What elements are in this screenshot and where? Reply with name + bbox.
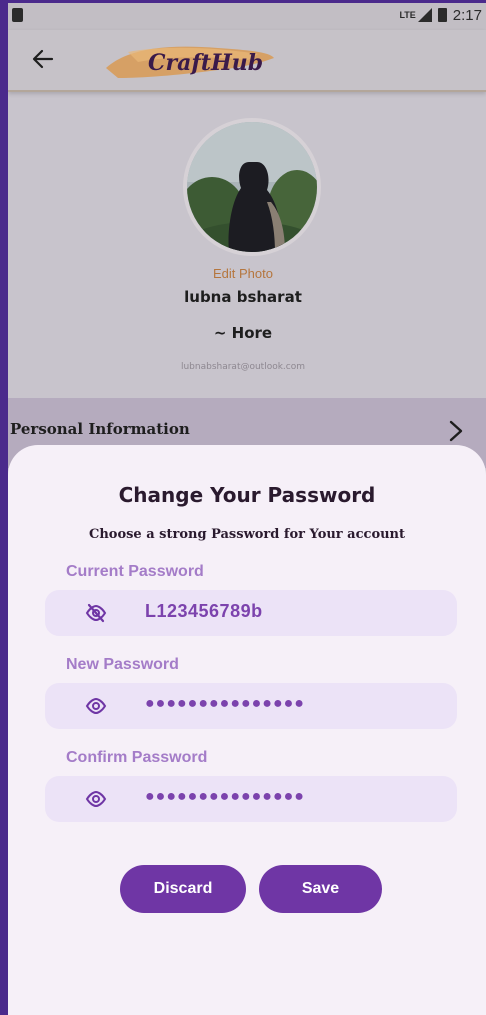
- eye-icon[interactable]: [85, 789, 107, 809]
- eye-off-icon[interactable]: [85, 603, 107, 623]
- new-password-field[interactable]: ●●●●●●●●●●●●●●●: [45, 683, 457, 729]
- new-password-value: ●●●●●●●●●●●●●●●: [145, 695, 305, 712]
- edit-photo-link[interactable]: Edit Photo: [0, 266, 486, 281]
- change-password-sheet: Change Your Password Choose a strong Pas…: [8, 445, 486, 1015]
- confirm-password-field[interactable]: ●●●●●●●●●●●●●●●: [45, 776, 457, 822]
- confirm-password-label: Confirm Password: [66, 749, 208, 766]
- discard-button[interactable]: Discard: [120, 865, 246, 913]
- crafthub-logo: CraftHub: [106, 46, 274, 78]
- profile-name: lubna bsharat: [184, 288, 302, 306]
- current-password-field[interactable]: L123456789b: [45, 590, 457, 636]
- svg-text:CraftHub: CraftHub: [148, 50, 263, 76]
- app-bar: CraftHub: [8, 30, 486, 92]
- battery-icon: [437, 8, 447, 22]
- window-border-top: [0, 0, 486, 3]
- app-screen: LTE 2:17 CraftHub Edit Photo lubna bshar…: [0, 0, 486, 1015]
- back-arrow-icon[interactable]: [32, 48, 54, 70]
- current-password-value: L123456789b: [145, 601, 263, 621]
- profile-avatar[interactable]: [183, 118, 321, 256]
- personal-information-label: Personal Information: [10, 420, 190, 438]
- status-bar: LTE 2:17: [8, 0, 486, 30]
- chevron-right-icon: [449, 420, 463, 442]
- window-border-left: [0, 0, 8, 1015]
- eye-icon[interactable]: [85, 696, 107, 716]
- new-password-label: New Password: [66, 656, 179, 673]
- profile-bio: ~ Hore: [213, 324, 273, 342]
- network-type: LTE: [399, 10, 416, 20]
- sheet-title: Change Your Password: [118, 483, 376, 507]
- sim-card-icon: [12, 8, 23, 22]
- status-time: 2:17: [452, 6, 482, 24]
- current-password-label: Current Password: [66, 563, 204, 580]
- profile-email: lubnabsharat@outlook.com: [180, 362, 306, 372]
- confirm-password-value: ●●●●●●●●●●●●●●●: [145, 788, 305, 805]
- save-button[interactable]: Save: [259, 865, 382, 913]
- signal-icon: [417, 8, 432, 22]
- sheet-subtitle: Choose a strong Password for Your accoun…: [88, 527, 406, 542]
- status-indicators: LTE 2:17: [399, 7, 482, 24]
